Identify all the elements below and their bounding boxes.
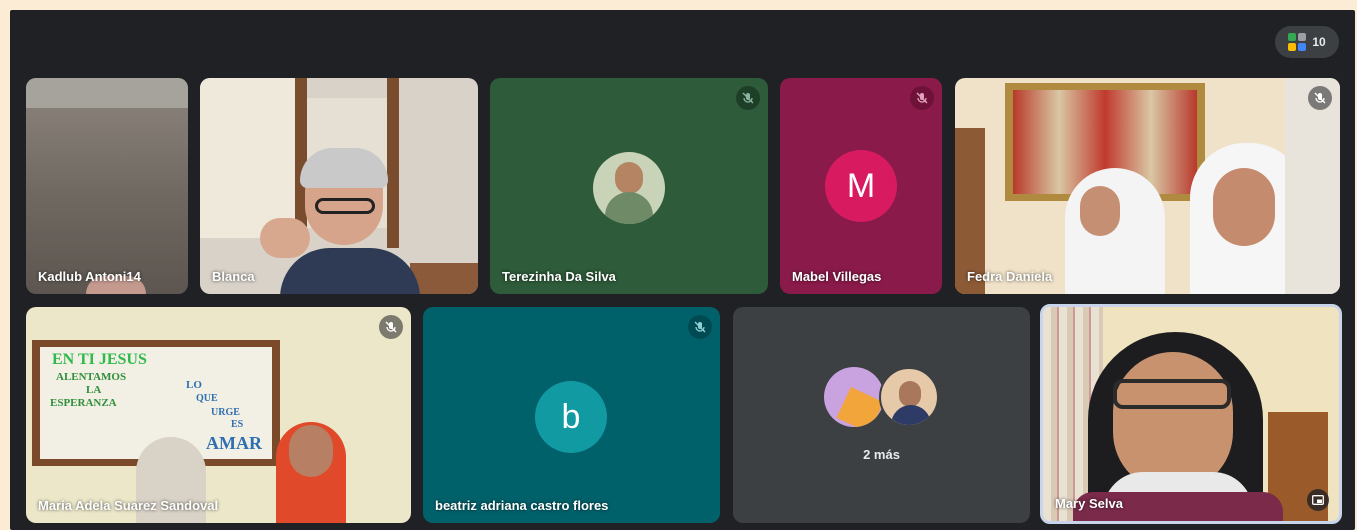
participant-name: beatriz adriana castro flores <box>435 498 609 513</box>
poster-line: ALENTAMOS <box>56 371 127 383</box>
avatar-initial: M <box>846 166 876 205</box>
participant-name: Mabel Villegas <box>792 269 882 284</box>
participant-name: Maria Adela Suarez Sandoval <box>38 498 219 513</box>
participant-avatar: b <box>535 381 607 453</box>
mic-muted-icon <box>736 86 760 110</box>
more-participants-label: 2 más <box>863 447 900 462</box>
avatar-initial: b <box>561 397 581 436</box>
poster-line: URGE <box>211 407 240 418</box>
video-feed <box>26 78 188 108</box>
poster-line: QUE <box>196 393 218 404</box>
video-feed <box>955 78 1340 294</box>
participants-button[interactable]: 10 <box>1275 26 1339 58</box>
poster-line: ES <box>231 419 244 430</box>
mic-muted-icon <box>688 315 712 339</box>
people-grid-icon <box>1288 33 1307 51</box>
participant-tile-mary[interactable]: Mary Selva <box>1040 304 1342 524</box>
video-feed <box>200 78 478 294</box>
mic-muted-icon <box>1308 86 1332 110</box>
participant-count: 10 <box>1312 35 1326 49</box>
participant-name: Fedra Daniela <box>967 269 1053 284</box>
participant-tile-maria[interactable]: EN TI JESUS ALENTAMOS LA ESPERANZA LO QU… <box>26 307 411 523</box>
participant-avatar <box>824 367 884 427</box>
participant-name: Terezinha Da Silva <box>502 269 616 284</box>
participant-name: Kadlub Antoni14 <box>38 269 141 284</box>
picture-in-picture-icon[interactable] <box>1307 489 1329 511</box>
participant-avatar: M <box>825 150 897 222</box>
mic-muted-icon <box>379 315 403 339</box>
participant-name: Blanca <box>212 269 255 284</box>
poster: EN TI JESUS ALENTAMOS LA ESPERANZA LO QU… <box>46 349 272 457</box>
participant-avatar <box>879 367 939 427</box>
participant-tile-kadlub[interactable]: Kadlub Antoni14 <box>26 78 188 294</box>
poster-line: AMAR <box>206 433 262 453</box>
participant-name: Mary Selva <box>1055 496 1123 511</box>
participant-tile-terezinha[interactable]: Terezinha Da Silva <box>490 78 768 294</box>
participant-tile-beatriz[interactable]: b beatriz adriana castro flores <box>423 307 720 523</box>
poster-line: EN TI JESUS <box>52 351 147 368</box>
more-participants-tile[interactable]: 2 más <box>733 307 1030 523</box>
participant-tile-blanca[interactable]: Blanca <box>200 78 478 294</box>
participant-tile-fedra[interactable]: Fedra Daniela <box>955 78 1340 294</box>
participant-avatar <box>593 152 665 224</box>
video-feed <box>1043 307 1339 521</box>
mic-muted-icon <box>910 86 934 110</box>
poster-line: LA <box>86 384 102 396</box>
poster-line: LO <box>186 379 202 391</box>
participant-tile-mabel[interactable]: M Mabel Villegas <box>780 78 942 294</box>
poster-line: ESPERANZA <box>50 397 117 409</box>
